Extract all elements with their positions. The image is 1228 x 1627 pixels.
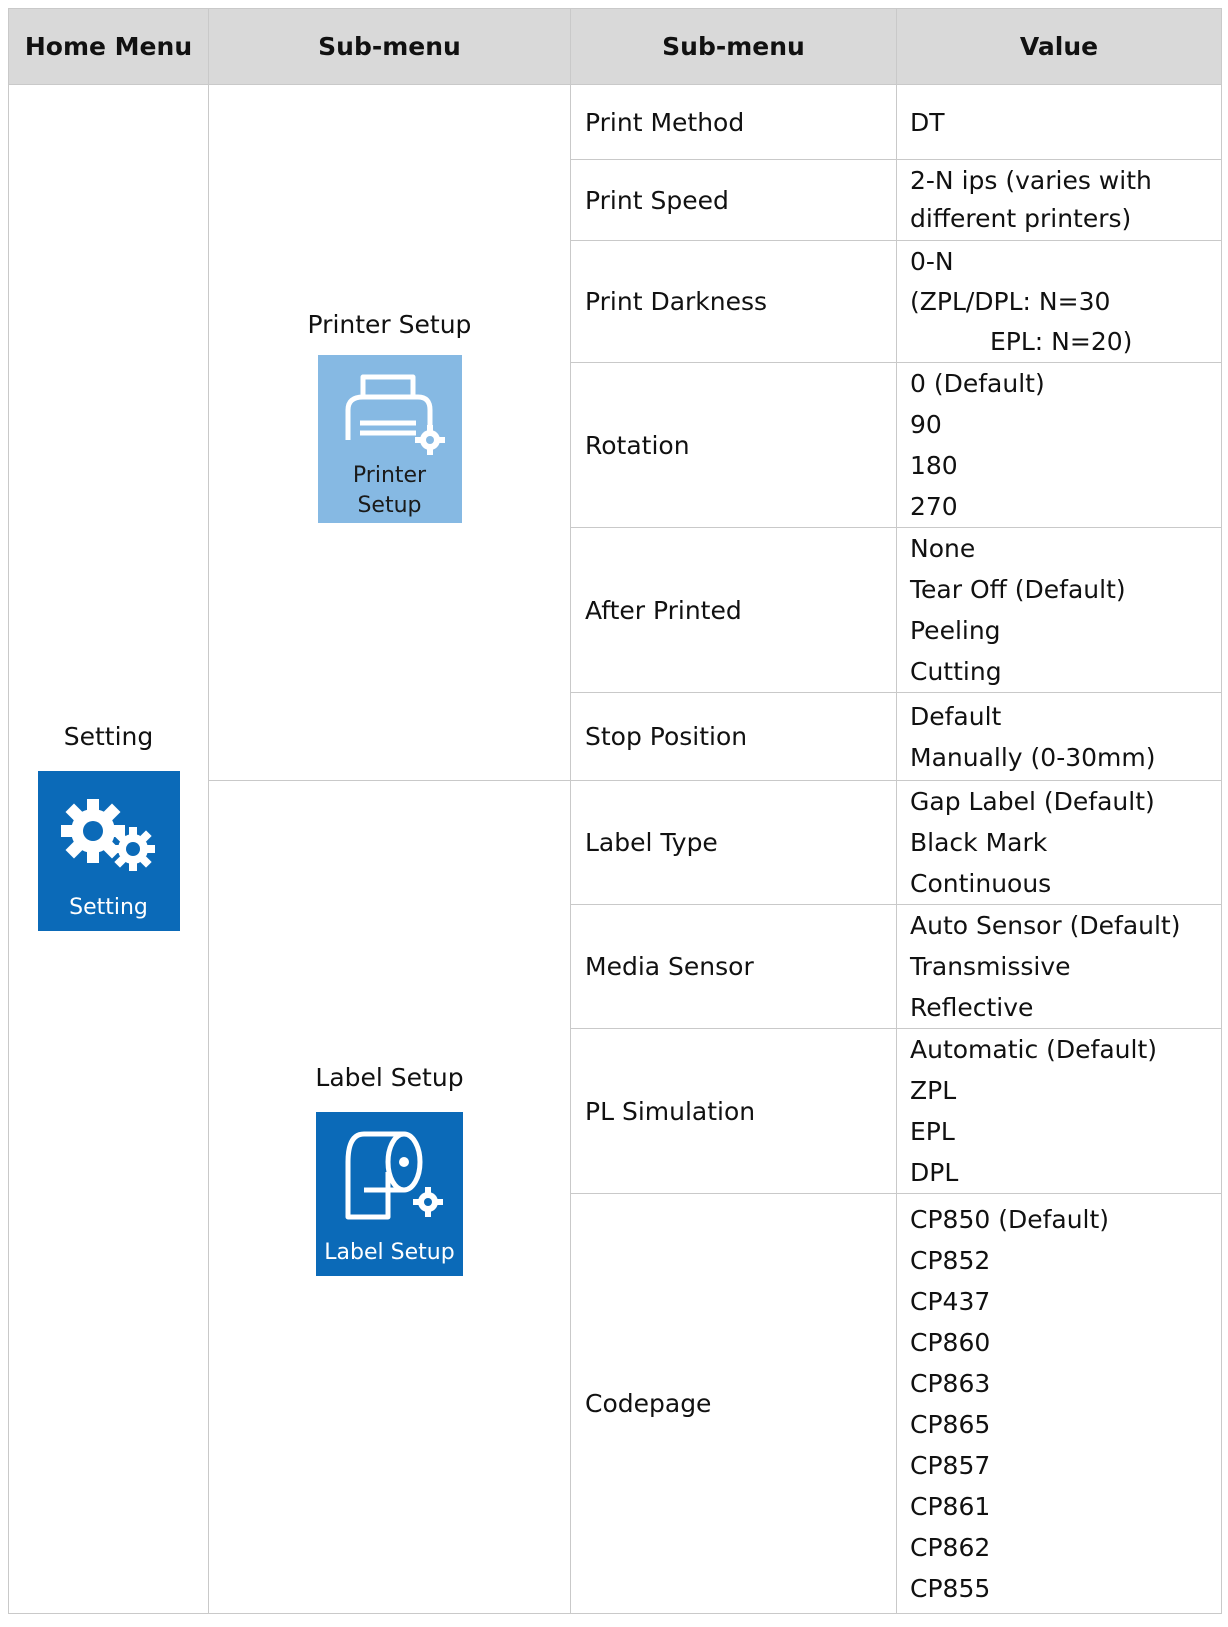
- media-sensor-label: Media Sensor: [570, 904, 897, 1029]
- settings-menu-table: Home Menu Sub-menu Sub-menu Value Settin…: [8, 8, 1222, 1614]
- stop-position-value: Default Manually (0-30mm): [896, 692, 1222, 781]
- header-home-menu: Home Menu: [8, 8, 209, 85]
- header-sub-menu-1: Sub-menu: [208, 8, 571, 85]
- label-setup-tile[interactable]: Label Setup: [316, 1112, 463, 1276]
- label-setup-cell: Label Setup Label Setup: [208, 780, 571, 1614]
- print-darkness-label: Print Darkness: [570, 240, 897, 363]
- label-roll-settings-icon: [345, 1131, 443, 1220]
- home-menu-cell: Setting Setting: [8, 84, 209, 1614]
- header-row: Home Menu Sub-menu Sub-menu Value: [8, 8, 1222, 85]
- pl-simulation-label: PL Simulation: [570, 1028, 897, 1194]
- printer-setup-tile[interactable]: Printer Setup: [317, 355, 462, 523]
- print-speed-value: 2-N ips (varies with different printers): [896, 159, 1222, 241]
- print-method-value: DT: [896, 84, 1222, 160]
- home-menu-label: Setting: [63, 722, 154, 751]
- printer-settings-icon: [345, 374, 445, 455]
- label-type-label: Label Type: [570, 780, 897, 905]
- stop-position-label: Stop Position: [570, 692, 897, 781]
- rotation-value: 0 (Default) 90 180 270: [896, 362, 1222, 528]
- after-printed-label: After Printed: [570, 527, 897, 693]
- printer-setup-cell: Printer Setup Printer Setup: [208, 84, 571, 781]
- header-value: Value: [896, 8, 1222, 85]
- label-setup-tile-label: Label Setup: [324, 1240, 455, 1265]
- print-speed-label: Print Speed: [570, 159, 897, 241]
- codepage-label: Codepage: [570, 1193, 897, 1614]
- header-sub-menu-2: Sub-menu: [570, 8, 897, 85]
- pl-simulation-value: Automatic (Default) ZPL EPL DPL: [896, 1028, 1222, 1194]
- printer-setup-label: Printer Setup: [307, 310, 472, 339]
- media-sensor-value: Auto Sensor (Default) Transmissive Refle…: [896, 904, 1222, 1029]
- setting-tile[interactable]: Setting: [37, 771, 180, 931]
- rotation-label: Rotation: [570, 362, 897, 528]
- setting-tile-label: Setting: [69, 895, 148, 920]
- table-row: Setting Setting Printer Setup Printer Se…: [8, 84, 1222, 1614]
- print-method-label: Print Method: [570, 84, 897, 160]
- print-darkness-value: 0-N (ZPL/DPL: N=30 EPL: N=20): [896, 240, 1222, 363]
- printer-setup-tile-label: Printer Setup: [352, 463, 427, 518]
- after-printed-value: None Tear Off (Default) Peeling Cutting: [896, 527, 1222, 693]
- settings-gears-icon: [60, 799, 155, 871]
- codepage-value: CP850 (Default) CP852 CP437 CP860 CP863 …: [896, 1193, 1222, 1614]
- label-type-value: Gap Label (Default) Black Mark Continuou…: [896, 780, 1222, 905]
- label-setup-label: Label Setup: [315, 1063, 464, 1092]
